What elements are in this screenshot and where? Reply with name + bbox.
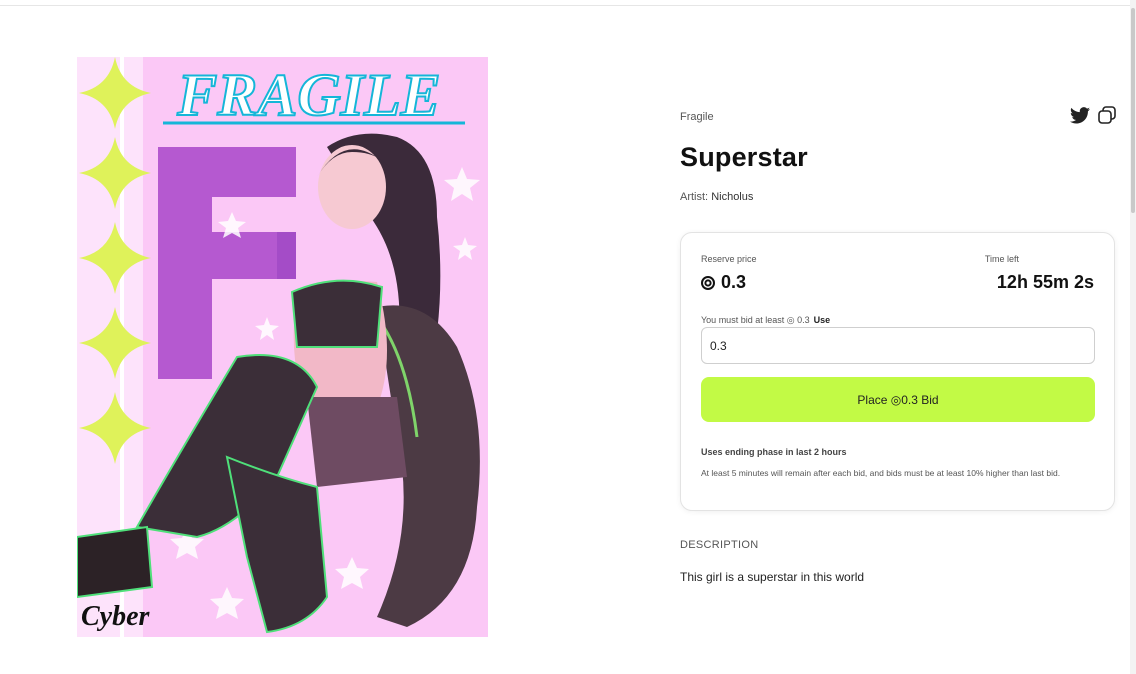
artist-prefix: Artist: (680, 191, 709, 203)
bid-amount-input[interactable] (701, 327, 1095, 364)
use-min-bid-link[interactable]: Use (814, 315, 831, 325)
copy-link-icon[interactable] (1098, 106, 1116, 124)
artwork-title-text: FRAGILE (176, 62, 440, 128)
share-actions (1070, 106, 1116, 124)
min-bid-text: You must bid at least ◎ 0.3 (701, 315, 810, 325)
time-left-value: 12h 55m 2s (996, 272, 1094, 292)
collection-name[interactable]: Fragile (680, 111, 714, 123)
currency-icon (701, 275, 715, 290)
reserve-price-label: Reserve price (701, 254, 757, 264)
nft-artwork[interactable]: FRAGILE Cyber (77, 57, 488, 637)
description-text: This girl is a superstar in this world (680, 570, 865, 584)
description-heading: DESCRIPTION (680, 539, 759, 551)
ending-phase-rules: At least 5 minutes will remain after eac… (701, 468, 1061, 478)
artwork-logo-text: Cyber (81, 601, 151, 632)
reserve-price-amount: 0.3 (721, 272, 747, 292)
min-bid-hint: You must bid at least ◎ 0.3 Use (701, 315, 830, 326)
auction-card: Reserve price 0.3 Time left 12h 55m 2s Y… (680, 232, 1115, 511)
twitter-icon[interactable] (1070, 106, 1090, 124)
top-bar (0, 0, 1130, 6)
scroll-thumb[interactable] (1131, 8, 1135, 213)
reserve-price-value: 0.3 (701, 272, 746, 293)
artist-name[interactable]: Nicholus (711, 191, 753, 203)
scrollbar[interactable] (1130, 0, 1136, 674)
time-left-label: Time left (984, 254, 1019, 264)
nft-title: Superstar (680, 142, 808, 172)
artist-line: Artist: Nicholus (680, 191, 753, 203)
place-bid-button[interactable]: Place ◎0.3 Bid (701, 377, 1095, 422)
ending-phase-title: Uses ending phase in last 2 hours (701, 447, 847, 457)
artwork-illustration: FRAGILE Cyber (77, 57, 488, 637)
